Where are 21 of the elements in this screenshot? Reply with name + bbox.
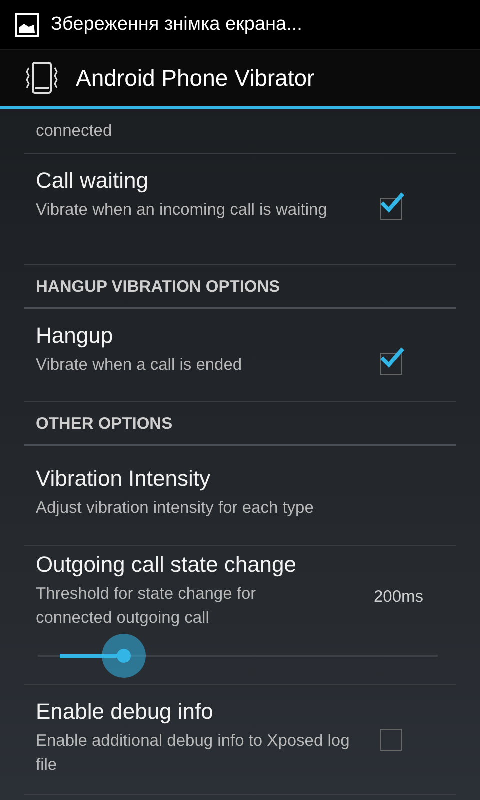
slider-thumb[interactable] bbox=[102, 634, 146, 678]
category-header: OTHER OPTIONS bbox=[36, 415, 173, 434]
vibrating-phone-icon bbox=[24, 60, 60, 96]
checkbox[interactable] bbox=[378, 347, 406, 377]
setting-summary: Vibrate when an incoming call is waiting bbox=[36, 200, 328, 221]
setting-summary: Adjust vibration intensity for each type bbox=[36, 498, 315, 519]
app-title: Android Phone Vibrator bbox=[76, 64, 315, 92]
checkbox[interactable] bbox=[378, 192, 406, 222]
image-icon bbox=[15, 12, 39, 36]
setting-summary: connected bbox=[36, 121, 112, 142]
setting-title: Hangup bbox=[36, 323, 114, 349]
slider-value: 200ms bbox=[374, 588, 424, 607]
setting-title: Vibration Intensity bbox=[36, 466, 212, 492]
notification-text: Збереження знімка екрана... bbox=[51, 14, 302, 36]
setting-summary: Threshold for state change for connected outgoing call bbox=[36, 584, 258, 629]
setting-title: Outgoing call state change bbox=[36, 552, 298, 578]
setting-summary: Enable additional debug info to Xposed log file bbox=[36, 731, 351, 776]
setting-summary: Vibrate when a call is ended bbox=[36, 355, 244, 376]
setting-title: Call waiting bbox=[36, 168, 150, 194]
category-header: HANGUP VIBRATION OPTIONS bbox=[36, 278, 280, 297]
setting-title: Enable debug info bbox=[36, 699, 214, 725]
